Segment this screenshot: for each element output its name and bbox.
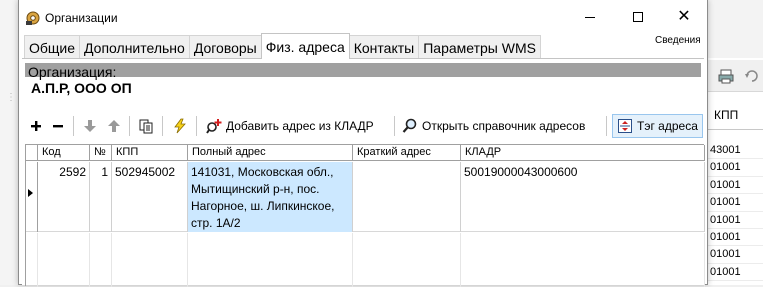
address-tag-label: Тэг адреса bbox=[637, 119, 698, 133]
minus-icon bbox=[53, 125, 63, 128]
tag-expand-icon bbox=[618, 119, 632, 133]
tab-general[interactable]: Общие bbox=[24, 35, 81, 59]
tab-wms-parameters[interactable]: Параметры WMS bbox=[418, 35, 541, 59]
title-bar[interactable]: Организации ✕ bbox=[19, 0, 707, 34]
background-row[interactable]: 01001 bbox=[708, 229, 763, 247]
background-column-header[interactable]: КПП bbox=[708, 104, 763, 130]
move-up-button[interactable] bbox=[106, 114, 122, 138]
address-tag-button[interactable]: Тэг адреса bbox=[612, 114, 703, 138]
cell-number[interactable]: 1 bbox=[90, 162, 112, 232]
column-header-short-address[interactable]: Краткий адрес bbox=[353, 145, 461, 161]
cell-kladr[interactable]: 50019000043000600 bbox=[461, 162, 705, 232]
desktop: ⋮⋮ КПП 43001 01001 01001 01001 01001 010… bbox=[0, 0, 763, 287]
table-row[interactable]: 2592 1 502945002 141031, Московская обл.… bbox=[26, 162, 705, 232]
add-button[interactable] bbox=[28, 114, 44, 138]
open-address-directory-button[interactable]: Открыть справочник адресов bbox=[402, 114, 585, 138]
window-title: Организации bbox=[45, 11, 118, 25]
remove-button[interactable] bbox=[50, 114, 66, 138]
column-header-code[interactable]: Код bbox=[38, 145, 90, 161]
cell-kpp[interactable]: 502945002 bbox=[112, 162, 188, 232]
toolbar-separator bbox=[606, 116, 607, 136]
toolbar-separator bbox=[129, 116, 130, 136]
address-toolbar: Добавить адрес из КЛАДР Открыть справочн… bbox=[22, 112, 704, 140]
arrow-down-icon bbox=[84, 120, 96, 132]
toolbar-separator bbox=[394, 116, 395, 136]
minimize-button[interactable] bbox=[567, 2, 613, 32]
tab-additional[interactable]: Дополнительно bbox=[79, 35, 190, 59]
background-row[interactable]: 01001 bbox=[708, 212, 763, 229]
maximize-button[interactable] bbox=[615, 2, 661, 32]
toolbar-separator bbox=[73, 116, 74, 136]
cell-short-address[interactable] bbox=[353, 162, 461, 232]
plus-icon bbox=[31, 121, 41, 131]
tab-contracts[interactable]: Договоры bbox=[188, 35, 262, 59]
column-header-kpp[interactable]: КПП bbox=[112, 145, 188, 161]
add-from-kladr-button[interactable]: Добавить адрес из КЛАДР bbox=[206, 114, 374, 138]
app-gear-icon bbox=[26, 11, 40, 25]
background-row[interactable]: 01001 bbox=[708, 194, 763, 212]
copy-button[interactable] bbox=[138, 114, 154, 138]
move-down-button[interactable] bbox=[82, 114, 98, 138]
background-row[interactable]: 43001 bbox=[708, 142, 763, 160]
close-icon: ✕ bbox=[677, 8, 691, 25]
physical-addresses-panel: Организация: А.П.Р, ООО ОП Добавить адре… bbox=[22, 58, 705, 287]
print-icon[interactable] bbox=[718, 68, 734, 84]
background-window-left: ⋮⋮ bbox=[0, 0, 27, 285]
add-from-kladr-label: Добавить адрес из КЛАДР bbox=[226, 119, 374, 133]
tab-strip: Общие Дополнительно Договоры Физ. адреса… bbox=[24, 33, 541, 59]
table-header: Код № КПП Полный адрес Краткий адрес КЛА… bbox=[26, 145, 705, 161]
toolbar-separator bbox=[162, 116, 163, 136]
tab-physical-addresses[interactable]: Физ. адреса bbox=[260, 33, 350, 59]
search-add-icon bbox=[206, 119, 222, 134]
search-icon bbox=[402, 118, 417, 133]
arrow-up-icon bbox=[108, 120, 120, 132]
background-row[interactable]: 01001 bbox=[708, 264, 763, 282]
background-rows: 43001 01001 01001 01001 01001 01001 0100… bbox=[708, 142, 763, 282]
lightning-icon bbox=[174, 118, 186, 134]
empty-table-area bbox=[26, 233, 705, 287]
action-button[interactable] bbox=[172, 114, 188, 138]
row-indicator-header bbox=[26, 145, 38, 161]
organization-label: Организация: bbox=[28, 64, 117, 80]
close-button[interactable]: ✕ bbox=[661, 2, 707, 32]
background-row[interactable]: 01001 bbox=[708, 159, 763, 177]
tab-contacts[interactable]: Контакты bbox=[348, 35, 420, 59]
row-indicator[interactable] bbox=[26, 162, 38, 232]
open-address-directory-label: Открыть справочник адресов bbox=[422, 119, 586, 133]
organization-header-bar bbox=[25, 63, 701, 77]
background-row[interactable]: 01001 bbox=[708, 177, 763, 195]
cell-full-address[interactable]: 141031, Московская обл., Мытищинский р-н… bbox=[188, 162, 353, 232]
background-row[interactable]: 01001 bbox=[708, 246, 763, 264]
minimize-icon bbox=[585, 16, 595, 18]
maximize-icon bbox=[633, 12, 643, 22]
toolbar-separator bbox=[196, 116, 197, 136]
column-header-number[interactable]: № bbox=[90, 145, 112, 161]
organizations-window: Организации ✕ Сведения Общие Дополнитель… bbox=[18, 0, 708, 287]
info-link[interactable]: Сведения bbox=[655, 35, 701, 46]
column-header-kladr[interactable]: КЛАДР bbox=[461, 145, 705, 161]
cell-code[interactable]: 2592 bbox=[38, 162, 90, 232]
current-row-arrow-icon bbox=[28, 189, 33, 197]
copy-icon bbox=[139, 119, 153, 134]
refresh-icon[interactable] bbox=[744, 68, 760, 84]
background-toolbar bbox=[708, 60, 763, 92]
organization-name: А.П.Р, ООО ОП bbox=[31, 80, 132, 96]
column-header-full-address[interactable]: Полный адрес bbox=[188, 145, 353, 161]
addresses-table: Код № КПП Полный адрес Краткий адрес КЛА… bbox=[25, 144, 705, 287]
background-window-top bbox=[708, 0, 763, 58]
background-window-right: КПП 43001 01001 01001 01001 01001 01001 … bbox=[707, 0, 763, 285]
